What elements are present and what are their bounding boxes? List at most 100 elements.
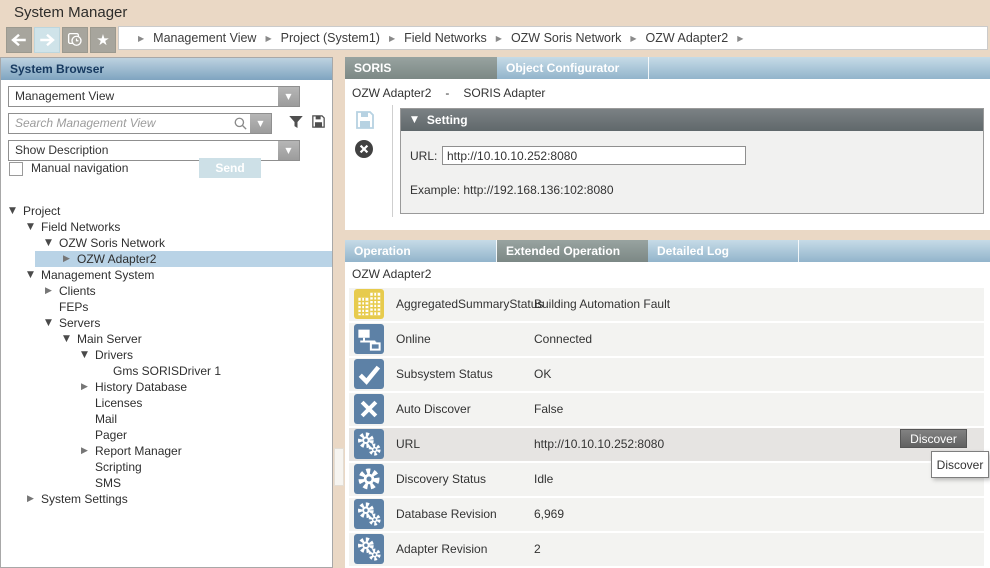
tree-item-label: Licenses (95, 396, 142, 410)
chevron-down-icon[interactable]: ▼ (278, 87, 299, 106)
manual-navigation-label: Manual navigation (31, 161, 128, 175)
tree-item-feps[interactable]: FEPs (2, 299, 331, 315)
tree-item-sms[interactable]: SMS (2, 475, 331, 491)
check-icon (354, 359, 384, 389)
breadcrumb-separator-icon: ▶ (496, 34, 502, 43)
tree-item-pager[interactable]: Pager (2, 427, 331, 443)
collapsed-arrow-icon[interactable]: ▶ (27, 494, 41, 504)
tree-item-label: Mail (95, 412, 117, 426)
breadcrumb-separator-icon: ▶ (630, 34, 636, 43)
expanded-arrow-icon[interactable]: ▼ (45, 318, 59, 328)
primary-tab-bar: SORISObject Configurator (345, 57, 990, 79)
collapsed-arrow-icon[interactable]: ▶ (81, 446, 95, 456)
tree-item-scripting[interactable]: Scripting (2, 459, 331, 475)
tree-item-field-networks[interactable]: ▼Field Networks (2, 219, 331, 235)
expanded-arrow-icon[interactable]: ▼ (27, 270, 41, 280)
secondary-tab-bar: OperationExtended OperationDetailed Log (345, 240, 990, 262)
tree-item-ozw-adapter2[interactable]: ▶OZW Adapter2 (2, 251, 331, 267)
property-label: Adapter Revision (396, 533, 487, 566)
search-input[interactable]: Search Management View (9, 114, 230, 133)
collapsed-arrow-icon[interactable]: ▶ (81, 382, 95, 392)
property-row-auto-discover[interactable]: Auto DiscoverFalse (349, 393, 984, 426)
search-box[interactable]: Search Management View ▼ (8, 113, 272, 134)
breadcrumb-item[interactable]: OZW Soris Network (511, 31, 621, 45)
expanded-arrow-icon[interactable]: ▼ (81, 350, 95, 360)
tree-scrollbar-thumb[interactable] (334, 448, 344, 486)
property-row-database-revision[interactable]: Database Revision6,969 (349, 498, 984, 531)
breadcrumb-item[interactable]: Management View (153, 31, 256, 45)
save-filter-icon[interactable] (310, 113, 327, 135)
discover-button[interactable]: Discover (900, 429, 967, 448)
tab-soris[interactable]: SORIS (345, 57, 497, 79)
tree-item-main-server[interactable]: ▼Main Server (2, 331, 331, 347)
tab-extended-operation[interactable]: Extended Operation (497, 240, 648, 262)
tree-item-label: Field Networks (41, 220, 120, 234)
property-value: 2 (534, 533, 541, 566)
property-row-discovery-status[interactable]: Discovery StatusIdle (349, 463, 984, 496)
tree-item-clients[interactable]: ▶Clients (2, 283, 331, 299)
filter-icon[interactable] (287, 113, 305, 136)
gears-icon (354, 499, 384, 529)
expanded-arrow-icon[interactable]: ▼ (45, 238, 59, 248)
object-description: SORIS Adapter (463, 86, 545, 100)
breadcrumb-separator-icon: ▶ (389, 34, 395, 43)
property-label: Database Revision (396, 498, 497, 531)
tree-item-label: System Settings (41, 492, 128, 506)
property-row-subsystem-status[interactable]: Subsystem StatusOK (349, 358, 984, 391)
recent-views-button[interactable] (62, 27, 88, 53)
tree-item-ozw-soris-network[interactable]: ▼OZW Soris Network (2, 235, 331, 251)
tree-item-label: Report Manager (95, 444, 182, 458)
chevron-down-icon[interactable]: ▼ (278, 141, 299, 160)
save-icon[interactable] (353, 108, 377, 137)
tree-item-management-system[interactable]: ▼Management System (2, 267, 331, 283)
favorites-button[interactable]: ★ (90, 27, 116, 53)
breadcrumb-item[interactable]: OZW Adapter2 (646, 31, 729, 45)
discard-icon[interactable] (354, 139, 374, 164)
tree-item-label: Scripting (95, 460, 142, 474)
property-value: OK (534, 358, 551, 391)
tree-item-mail[interactable]: Mail (2, 411, 331, 427)
property-row-aggregatedsummarystatus[interactable]: AggregatedSummaryStatusBuilding Automati… (349, 288, 984, 321)
url-example-text: Example: http://192.168.136:102:8080 (410, 183, 614, 197)
tree-item-label: SMS (95, 476, 121, 490)
tree-item-history-database[interactable]: ▶History Database (2, 379, 331, 395)
setting-group: ▼ Setting URL: Example: http://192.168.1… (400, 108, 984, 214)
tree-item-licenses[interactable]: Licenses (2, 395, 331, 411)
manual-navigation-checkbox[interactable] (9, 162, 23, 176)
expanded-arrow-icon[interactable]: ▼ (63, 334, 77, 344)
discover-tooltip: Discover (931, 451, 989, 478)
tab-object-configurator[interactable]: Object Configurator (497, 57, 649, 79)
property-row-adapter-revision[interactable]: Adapter Revision 2 (349, 533, 984, 566)
setting-group-title: Setting (427, 113, 468, 127)
collapsed-arrow-icon[interactable]: ▶ (45, 286, 59, 296)
property-label: Online (396, 323, 431, 356)
tree-item-label: Drivers (95, 348, 133, 362)
back-button[interactable] (6, 27, 32, 53)
view-selector[interactable]: Management View ▼ (8, 86, 300, 107)
search-options-chevron-icon[interactable]: ▼ (250, 114, 271, 133)
tree-item-project[interactable]: ▼Project (2, 203, 331, 219)
tree-item-servers[interactable]: ▼Servers (2, 315, 331, 331)
tree-item-drivers[interactable]: ▼Drivers (2, 347, 331, 363)
tree-item-gms-sorisdriver-1[interactable]: Gms SORISDriver 1 (2, 363, 331, 379)
breadcrumb-item[interactable]: Field Networks (404, 31, 487, 45)
tab-detailed-log[interactable]: Detailed Log (648, 240, 799, 262)
expanded-arrow-icon[interactable]: ▼ (9, 206, 23, 216)
collapsed-arrow-icon[interactable]: ▶ (63, 254, 77, 264)
property-row-online[interactable]: OnlineConnected (349, 323, 984, 356)
expanded-arrow-icon[interactable]: ▼ (27, 222, 41, 232)
setting-group-header[interactable]: ▼ Setting (401, 109, 983, 131)
send-button[interactable]: Send (199, 158, 261, 178)
building-icon (354, 289, 384, 319)
title-bar: System Manager (0, 0, 990, 26)
url-input[interactable] (442, 146, 746, 165)
tree-item-system-settings[interactable]: ▶System Settings (2, 491, 331, 507)
property-row-url[interactable]: URLhttp://10.10.10.252:8080Discover (349, 428, 984, 461)
secondary-pane: OZW Adapter2 AggregatedSummaryStatusBuil… (345, 262, 990, 568)
breadcrumb-item[interactable]: Project (System1) (281, 31, 380, 45)
search-icon[interactable] (230, 114, 250, 133)
tree-item-report-manager[interactable]: ▶Report Manager (2, 443, 331, 459)
forward-button[interactable] (34, 27, 60, 53)
tab-operation[interactable]: Operation (345, 240, 497, 262)
view-selector-value: Management View (9, 87, 278, 106)
